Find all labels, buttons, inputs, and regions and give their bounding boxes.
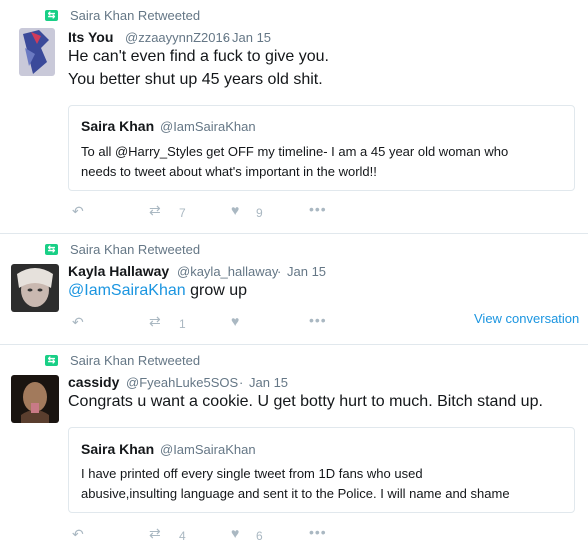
tweet-text-body: grow up xyxy=(185,282,248,299)
retweeted-by-label: Saira Khan Retweeted xyxy=(70,8,201,23)
avatar[interactable] xyxy=(19,28,55,76)
retweet-badge-icon: ⇆ xyxy=(45,355,58,366)
reply-icon[interactable]: ↶ xyxy=(72,526,84,543)
retweet-badge-icon: ⇆ xyxy=(45,244,58,255)
avatar[interactable] xyxy=(11,375,59,423)
quoted-text-line-1: I have printed off every single tweet fr… xyxy=(81,466,423,481)
author-name[interactable]: Its You xyxy=(68,29,113,45)
view-conversation-link[interactable]: View conversation xyxy=(474,311,579,326)
tweet-text-line-1: He can't even find a fuck to give you. xyxy=(68,48,329,65)
more-icon[interactable]: ••• xyxy=(309,524,327,540)
tweet-date[interactable]: Jan 15 xyxy=(249,375,288,390)
like-count: 9 xyxy=(256,206,263,220)
retweet-count: 4 xyxy=(179,529,186,543)
reply-icon[interactable]: ↶ xyxy=(72,314,84,331)
retweet-icon[interactable]: ⇄ xyxy=(149,525,161,542)
tweet-date[interactable]: Jan 15 xyxy=(232,30,271,45)
quoted-tweet[interactable]: Saira Khan @IamSairaKhan I have printed … xyxy=(68,427,575,513)
like-count: 6 xyxy=(256,529,263,543)
heart-icon[interactable]: ♥ xyxy=(231,202,239,218)
tweet-text-line-2: You better shut up 45 years old shit. xyxy=(68,71,323,88)
author-handle[interactable]: @kayla_hallaway xyxy=(177,264,278,279)
author-name[interactable]: cassidy xyxy=(68,374,119,390)
quoted-text-line-2: needs to tweet about what's important in… xyxy=(81,164,377,179)
avatar[interactable] xyxy=(11,264,59,312)
divider xyxy=(0,233,588,234)
separator-dot: · xyxy=(277,264,282,279)
heart-icon[interactable]: ♥ xyxy=(231,313,239,329)
retweet-icon[interactable]: ⇄ xyxy=(149,202,161,219)
divider xyxy=(0,344,588,345)
retweeted-by-label: Saira Khan Retweeted xyxy=(70,242,201,257)
reply-icon[interactable]: ↶ xyxy=(72,203,84,220)
separator-dot: · xyxy=(223,30,228,45)
author-name[interactable]: Kayla Hallaway xyxy=(68,263,169,279)
author-handle[interactable]: @FyeahLuke5SOS xyxy=(126,375,238,390)
retweet-count: 1 xyxy=(179,317,186,331)
quoted-author-name: Saira Khan xyxy=(81,441,155,457)
tweet-text: Congrats u want a cookie. U get botty hu… xyxy=(68,393,543,410)
mention-link[interactable]: @IamSairaKhan xyxy=(68,282,186,299)
quoted-text-line-2: abusive,insulting language and sent it t… xyxy=(81,486,510,501)
author-handle[interactable]: @zzaayynnZ2016 xyxy=(125,30,230,45)
tweet-text: @IamSairaKhan grow up xyxy=(68,280,247,302)
heart-icon[interactable]: ♥ xyxy=(231,525,239,541)
retweet-count: 7 xyxy=(179,206,186,220)
retweeted-by-label: Saira Khan Retweeted xyxy=(70,353,201,368)
quoted-text-line-1: To all @Harry_Styles get OFF my timeline… xyxy=(81,144,509,159)
retweet-badge-icon: ⇆ xyxy=(45,10,58,21)
quoted-author-handle: @IamSairaKhan xyxy=(160,119,256,134)
retweet-icon[interactable]: ⇄ xyxy=(149,313,161,330)
quoted-author-handle: @IamSairaKhan xyxy=(160,442,256,457)
more-icon[interactable]: ••• xyxy=(309,312,327,328)
separator-dot: · xyxy=(239,375,244,390)
tweet-date[interactable]: Jan 15 xyxy=(287,264,326,279)
quoted-tweet[interactable]: Saira Khan @IamSairaKhan To all @Harry_S… xyxy=(68,105,575,191)
quoted-author-name: Saira Khan xyxy=(81,118,155,134)
more-icon[interactable]: ••• xyxy=(309,201,327,217)
